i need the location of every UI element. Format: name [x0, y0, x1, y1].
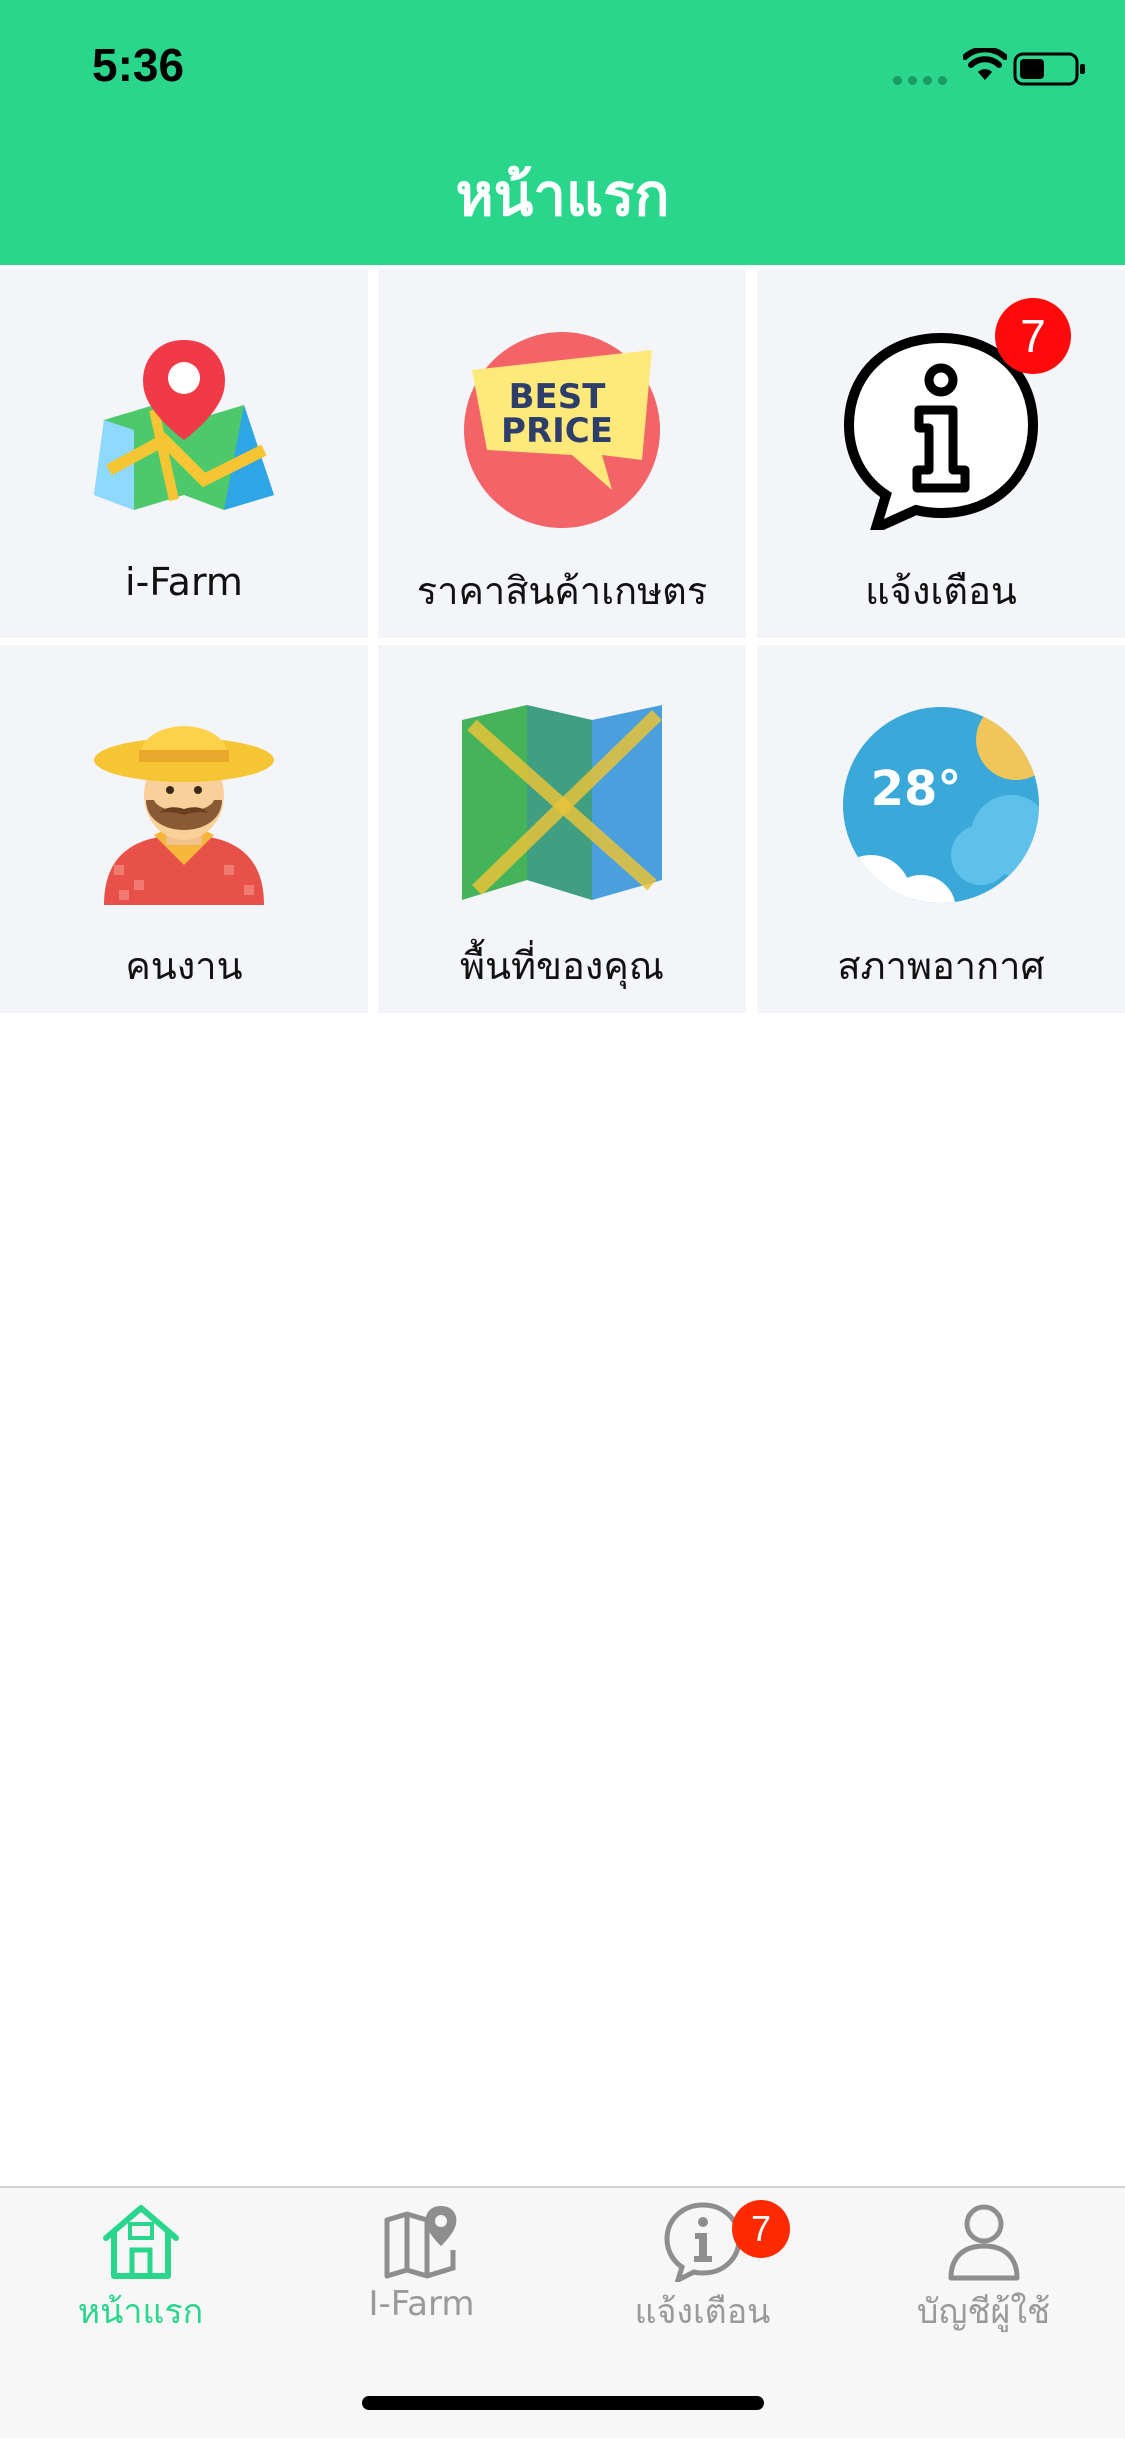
- home-indicator[interactable]: [362, 2396, 764, 2410]
- tab-home[interactable]: หน้าแรก: [0, 2188, 281, 2332]
- tile-i-farm[interactable]: i-Farm: [0, 270, 368, 638]
- alerts-tab-badge: 7: [732, 2200, 790, 2258]
- farmer-icon: [94, 726, 274, 905]
- tile-crop-price[interactable]: BEST PRICE ราคาสินค้าเกษตร: [378, 270, 746, 638]
- tile-label: ราคาสินค้าเกษตร: [416, 569, 708, 613]
- tab-label: I-Farm: [368, 2284, 475, 2324]
- tile-your-area[interactable]: พื้นที่ของคุณ: [378, 645, 746, 1013]
- user-icon: [948, 2204, 1020, 2281]
- best-price-icon: BEST PRICE: [464, 332, 660, 528]
- status-time: 5:36: [92, 39, 185, 91]
- price-text: PRICE: [501, 411, 613, 451]
- tab-account[interactable]: บัญชีผู้ใช้: [843, 2188, 1124, 2332]
- tab-alerts[interactable]: 7 แจ้งเตือน: [562, 2188, 843, 2332]
- temperature-text: 28°: [871, 761, 962, 817]
- tile-alerts[interactable]: 7 แจ้งเตือน: [757, 270, 1125, 638]
- page-title: หน้าแรก: [455, 161, 670, 229]
- tile-label: i-Farm: [125, 560, 243, 604]
- map-pin-icon: [384, 2206, 457, 2279]
- tile-weather[interactable]: 28° สภาพอากาศ: [757, 645, 1125, 1013]
- signal-icon: [893, 76, 947, 85]
- battery-icon: [1013, 52, 1085, 86]
- map-pin-icon: [94, 340, 274, 510]
- info-bubble-icon: [664, 2202, 742, 2282]
- wifi-icon: [963, 48, 1007, 80]
- folded-map-icon: [462, 705, 662, 900]
- tile-label: แจ้งเตือน: [865, 569, 1017, 613]
- home-icon: [103, 2205, 179, 2279]
- tile-label: พื้นที่ของคุณ: [459, 944, 665, 988]
- tab-label: หน้าแรก: [77, 2292, 204, 2332]
- menu-grid: i-Farm BEST PRICE ราคาสินค้าเกษตร 7 แจ้ง…: [0, 265, 1125, 1015]
- header: 5:36 หน้าแรก: [0, 0, 1125, 265]
- tile-workers[interactable]: คนงาน: [0, 645, 368, 1013]
- tile-label: คนงาน: [125, 944, 243, 988]
- tab-i-farm[interactable]: I-Farm: [281, 2188, 562, 2328]
- alerts-badge: 7: [995, 298, 1071, 374]
- weather-icon: 28°: [843, 707, 1039, 903]
- tab-label: บัญชีผู้ใช้: [916, 2292, 1051, 2332]
- tab-label: แจ้งเตือน: [634, 2292, 771, 2332]
- tile-label: สภาพอากาศ: [837, 944, 1045, 988]
